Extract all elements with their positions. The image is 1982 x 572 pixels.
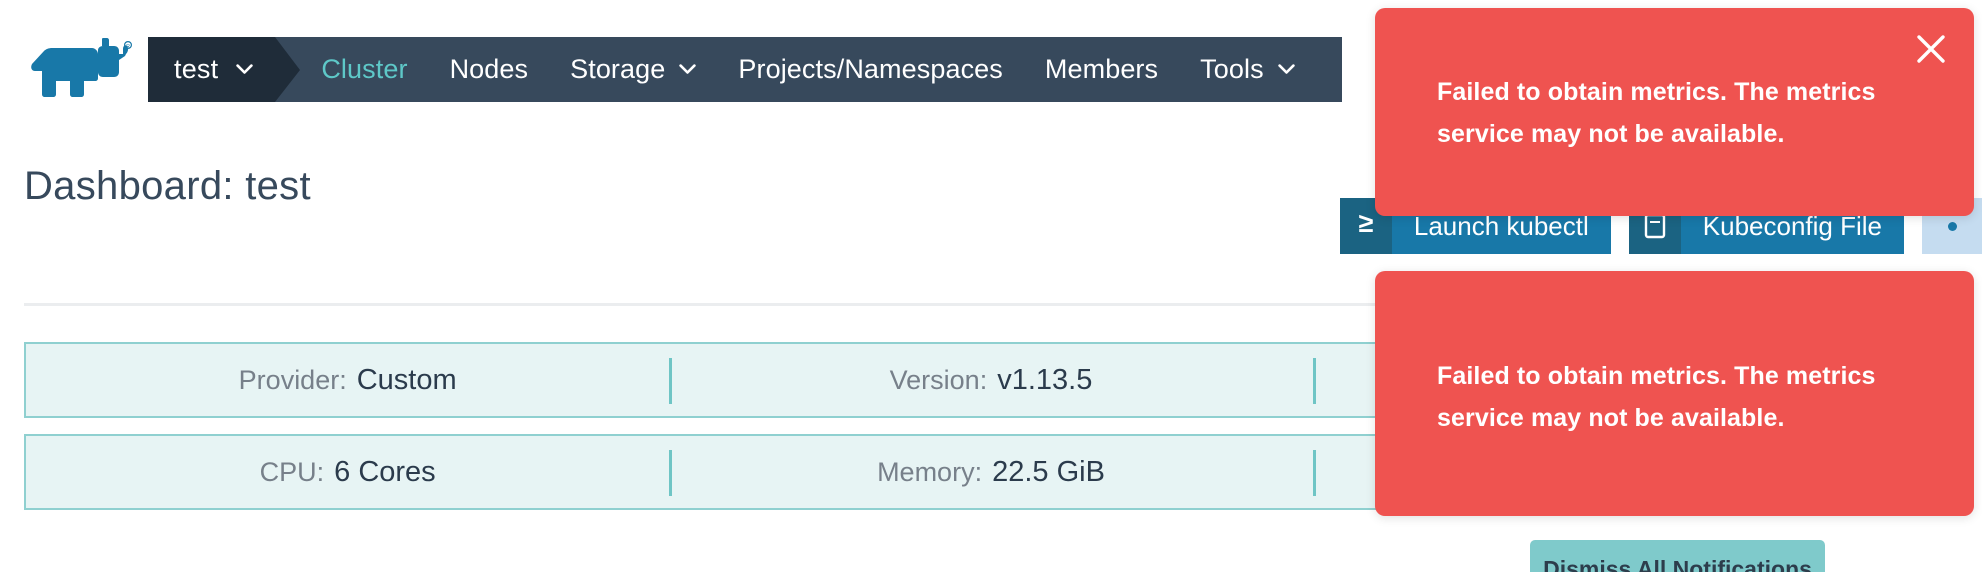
nav-item-nodes[interactable]: Nodes <box>429 54 550 85</box>
toast-message: Failed to obtain metrics. The metrics se… <box>1437 71 1912 155</box>
rancher-logo[interactable]: R <box>24 38 132 100</box>
info-label: CPU: <box>260 457 325 488</box>
nav-item-label: Nodes <box>450 54 529 85</box>
info-cell-cpu: CPU: 6 Cores <box>26 436 669 508</box>
chevron-down-icon <box>1278 64 1295 75</box>
cluster-selector-label: test <box>174 54 218 85</box>
info-cell-version: Version: v1.13.5 <box>669 344 1312 416</box>
nav-item-members[interactable]: Members <box>1024 54 1179 85</box>
error-toast-notification[interactable]: Failed to obtain metrics. The metrics se… <box>1375 271 1974 516</box>
info-value: 6 Cores <box>334 456 436 489</box>
nav-breadcrumb-arrow <box>275 37 300 102</box>
app-root: R test Cluster Nodes Storage <box>0 0 1982 572</box>
info-label: Memory: <box>877 457 982 488</box>
dismiss-all-notifications-label: Dismiss All Notifications <box>1543 556 1812 572</box>
chevron-down-icon <box>679 64 696 75</box>
dismiss-all-notifications-button[interactable]: Dismiss All Notifications <box>1530 540 1825 572</box>
nav-item-label: Members <box>1045 54 1158 85</box>
error-toast-notification[interactable]: Failed to obtain metrics. The metrics se… <box>1375 8 1974 216</box>
svg-text:R: R <box>126 44 130 50</box>
nav-item-storage[interactable]: Storage <box>549 54 717 85</box>
nav-item-cluster[interactable]: Cluster <box>300 54 428 85</box>
close-icon[interactable] <box>1914 32 1948 66</box>
info-value: Custom <box>357 364 457 397</box>
chevron-down-icon <box>236 64 253 75</box>
cluster-selector[interactable]: test <box>148 37 275 102</box>
info-value: v1.13.5 <box>997 364 1092 397</box>
toast-message: Failed to obtain metrics. The metrics se… <box>1437 355 1912 439</box>
ellipsis-icon <box>1948 222 1957 231</box>
nav-links: Cluster Nodes Storage Projects/Namespace… <box>300 37 1341 102</box>
nav-item-label: Cluster <box>321 54 407 85</box>
info-label: Provider: <box>239 365 347 396</box>
nav-item-label: Tools <box>1200 54 1264 85</box>
info-value: 22.5 GiB <box>992 456 1105 489</box>
main-navigation: test Cluster Nodes Storage <box>148 37 1342 102</box>
nav-item-projects-namespaces[interactable]: Projects/Namespaces <box>717 54 1024 85</box>
info-label: Version: <box>890 365 988 396</box>
info-cell-provider: Provider: Custom <box>26 344 669 416</box>
info-cell-memory: Memory: 22.5 GiB <box>669 436 1312 508</box>
nav-item-label: Storage <box>570 54 665 85</box>
page-title: Dashboard: test <box>24 164 311 209</box>
nav-item-tools[interactable]: Tools <box>1179 54 1316 85</box>
nav-item-label: Projects/Namespaces <box>738 54 1003 85</box>
